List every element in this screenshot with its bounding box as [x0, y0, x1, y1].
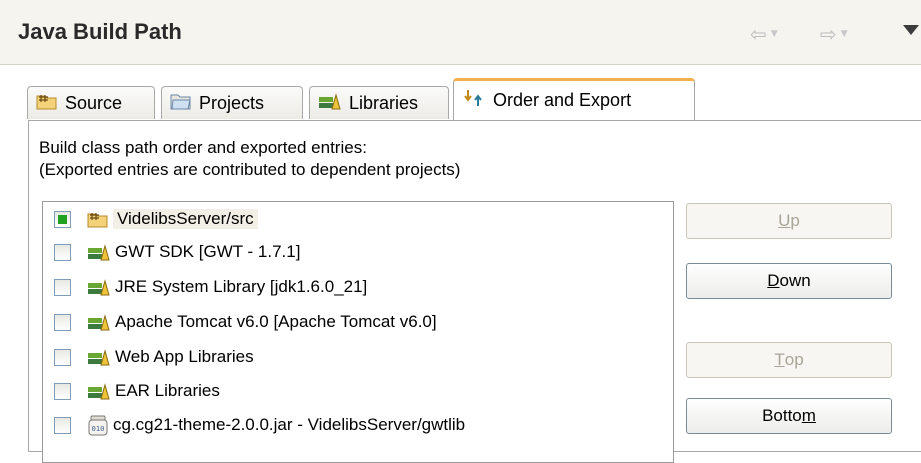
library-icon — [87, 348, 111, 366]
source-folder-icon — [87, 210, 109, 228]
back-button[interactable]: ⇦ ▼ — [750, 22, 778, 46]
export-checkbox[interactable] — [54, 313, 71, 331]
export-checkbox[interactable] — [54, 416, 71, 434]
view-header: Java Build Path ⇦ ▼ ⇨ ▼ — [0, 0, 921, 65]
tab-libraries-label: Libraries — [349, 92, 419, 113]
page-title: Java Build Path — [18, 19, 182, 44]
top-button[interactable]: Top — [686, 342, 892, 378]
up-button[interactable]: Up — [686, 203, 892, 239]
library-icon — [87, 382, 111, 400]
library-icon — [87, 243, 111, 261]
properties-content: Source Projects Libraries Order and Expo… — [0, 65, 921, 463]
tab-source-label: Source — [65, 92, 123, 113]
description-line-2: (Exported entries are contributed to dep… — [39, 160, 461, 179]
entry-label: EAR Libraries — [115, 381, 220, 400]
entry-label: JRE System Library [jdk1.6.0_21] — [115, 277, 368, 296]
list-item[interactable]: GWT SDK [GWT - 1.7.1] — [43, 237, 300, 267]
entry-label: VidelibsServer/src — [113, 209, 258, 229]
export-checkbox[interactable] — [54, 278, 71, 296]
libraries-icon — [318, 92, 342, 115]
tab-projects[interactable]: Projects — [161, 86, 303, 119]
entry-label: Apache Tomcat v6.0 [Apache Tomcat v6.0] — [115, 312, 437, 331]
export-checkbox[interactable] — [54, 210, 71, 228]
projects-folder-icon — [170, 92, 192, 115]
svg-text:010: 010 — [92, 425, 105, 433]
entry-label: GWT SDK [GWT - 1.7.1] — [115, 242, 301, 261]
order-export-icon — [462, 88, 486, 113]
export-checkbox[interactable] — [54, 243, 71, 261]
mnemonic: U — [778, 211, 791, 230]
chevron-down-icon: ▼ — [840, 29, 848, 39]
mnemonic: T — [774, 350, 785, 369]
description: Build class path order and exported entr… — [39, 137, 460, 181]
description-line-1: Build class path order and exported entr… — [39, 138, 367, 157]
list-item[interactable]: JRE System Library [jdk1.6.0_21] — [43, 272, 367, 302]
forward-arrow-icon: ⇨ — [820, 22, 837, 46]
source-folder-icon — [36, 92, 58, 115]
library-icon — [87, 313, 111, 331]
chevron-down-icon: ▼ — [770, 29, 778, 39]
tab-libraries[interactable]: Libraries — [309, 86, 449, 119]
export-checkbox[interactable] — [54, 382, 71, 400]
entry-label: cg.cg21-theme-2.0.0.jar - VidelibsServer… — [113, 415, 466, 434]
list-item[interactable]: Apache Tomcat v6.0 [Apache Tomcat v6.0] — [43, 307, 437, 337]
list-item[interactable]: VidelibsServer/src — [43, 204, 258, 234]
list-item[interactable]: 010 cg.cg21-theme-2.0.0.jar - VidelibsSe… — [43, 410, 465, 440]
jar-icon: 010 — [87, 414, 109, 436]
library-icon — [87, 278, 111, 296]
order-export-panel: Build class path order and exported entr… — [28, 120, 921, 463]
tab-order-export-label: Order and Export — [493, 90, 632, 110]
down-button[interactable]: Down — [686, 263, 892, 299]
bottom-button[interactable]: Botto m — [686, 398, 892, 434]
tab-projects-label: Projects — [199, 92, 265, 113]
view-menu-icon[interactable] — [903, 25, 919, 35]
tab-order-and-export[interactable]: Order and Export — [453, 78, 695, 120]
mnemonic: m — [801, 406, 816, 425]
mnemonic: D — [767, 271, 780, 290]
entry-label: Web App Libraries — [115, 347, 254, 366]
build-path-entries-list[interactable]: VidelibsServer/src GWT SDK [GWT - 1.7.1]… — [42, 201, 674, 463]
list-item[interactable]: Web App Libraries — [43, 342, 254, 372]
back-arrow-icon: ⇦ — [750, 22, 767, 46]
list-item[interactable]: EAR Libraries — [43, 376, 220, 406]
tab-source[interactable]: Source — [27, 86, 155, 119]
export-checkbox[interactable] — [54, 348, 71, 366]
forward-button[interactable]: ⇨ ▼ — [820, 22, 848, 46]
